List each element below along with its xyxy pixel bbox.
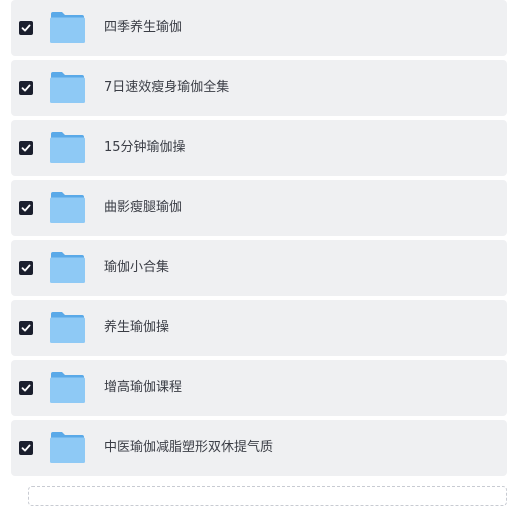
folder-row[interactable]: 瑜伽小合集 bbox=[11, 240, 507, 296]
folder-row[interactable]: 中医瑜伽减脂塑形双休提气质 bbox=[11, 420, 507, 476]
folder-name: 养生瑜伽操 bbox=[104, 320, 170, 335]
checkbox[interactable] bbox=[19, 21, 33, 35]
folder-row[interactable]: 养生瑜伽操 bbox=[11, 300, 507, 356]
folder-icon bbox=[50, 252, 85, 283]
folder-name: 增高瑜伽课程 bbox=[104, 380, 183, 395]
checkbox[interactable] bbox=[19, 201, 33, 215]
folder-icon bbox=[50, 312, 85, 343]
checkbox[interactable] bbox=[19, 141, 33, 155]
folder-icon bbox=[50, 12, 85, 43]
checkmark-icon bbox=[21, 84, 31, 92]
checkmark-icon bbox=[21, 264, 31, 272]
checkbox[interactable] bbox=[19, 441, 33, 455]
folder-row[interactable]: 15分钟瑜伽操 bbox=[11, 120, 507, 176]
folder-name: 瑜伽小合集 bbox=[104, 260, 170, 275]
folder-row[interactable]: 四季养生瑜伽 bbox=[11, 0, 507, 56]
folder-row[interactable]: 曲影瘦腿瑜伽 bbox=[11, 180, 507, 236]
folder-icon bbox=[50, 432, 85, 463]
folder-name: 7日速效瘦身瑜伽全集 bbox=[104, 80, 230, 95]
folder-name: 四季养生瑜伽 bbox=[104, 20, 183, 35]
drop-zone[interactable] bbox=[28, 486, 507, 506]
checkmark-icon bbox=[21, 324, 31, 332]
folder-icon bbox=[50, 132, 85, 163]
folder-icon bbox=[50, 372, 85, 403]
folder-icon bbox=[50, 72, 85, 103]
folder-row[interactable]: 7日速效瘦身瑜伽全集 bbox=[11, 60, 507, 116]
folder-name: 曲影瘦腿瑜伽 bbox=[104, 200, 183, 215]
checkmark-icon bbox=[21, 144, 31, 152]
checkmark-icon bbox=[21, 24, 31, 32]
folder-row[interactable]: 增高瑜伽课程 bbox=[11, 360, 507, 416]
checkmark-icon bbox=[21, 444, 31, 452]
checkmark-icon bbox=[21, 204, 31, 212]
folder-name: 中医瑜伽减脂塑形双休提气质 bbox=[104, 440, 274, 455]
checkbox[interactable] bbox=[19, 261, 33, 275]
folder-icon bbox=[50, 192, 85, 223]
checkbox[interactable] bbox=[19, 81, 33, 95]
checkmark-icon bbox=[21, 384, 31, 392]
folder-name: 15分钟瑜伽操 bbox=[104, 140, 186, 155]
checkbox[interactable] bbox=[19, 381, 33, 395]
checkbox[interactable] bbox=[19, 321, 33, 335]
